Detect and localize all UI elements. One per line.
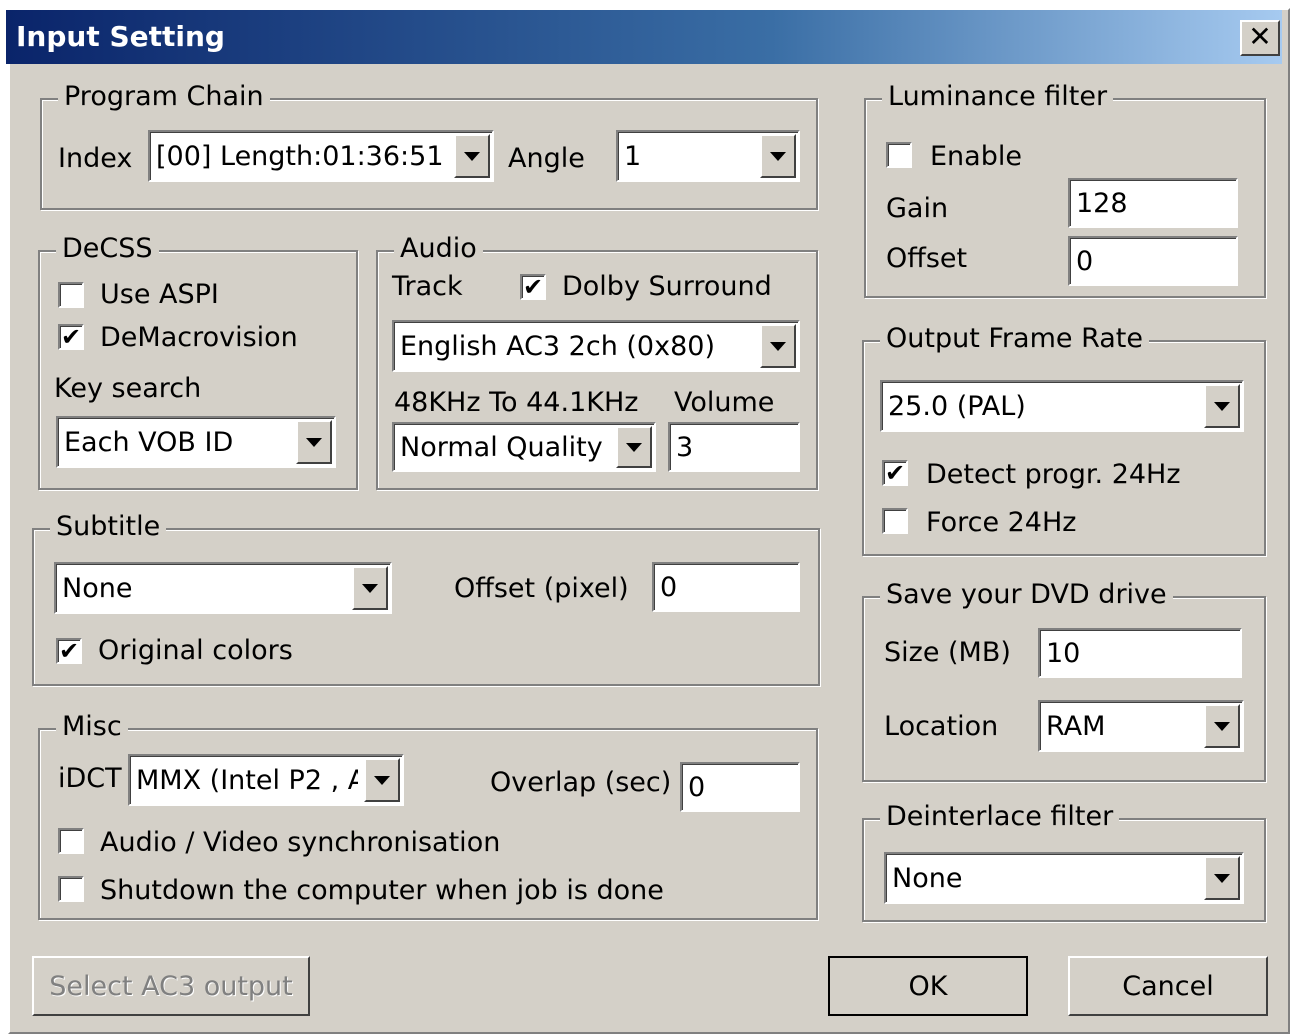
title-bar[interactable]: Input Setting ✕ [6,10,1282,64]
overlap-value: 0 [688,771,706,803]
index-dropdown-icon[interactable] [454,134,490,178]
audio-legend: Audio [394,232,483,266]
demacrovision-checkbox[interactable]: ✔ [58,324,84,350]
gain-field[interactable]: 128 [1068,178,1238,228]
force-24hz-checkbox[interactable] [882,508,908,534]
detect-24hz-checkbox[interactable]: ✔ [882,460,908,486]
luminance-offset-label: Offset [886,243,968,274]
location-label: Location [884,711,999,742]
luminance-enable-label: Enable [930,141,1022,172]
original-colors-checkbox[interactable]: ✔ [56,638,82,664]
use-aspi-checkbox[interactable] [58,282,84,308]
size-value: 10 [1046,637,1081,669]
volume-label: Volume [674,387,775,418]
program-chain-legend: Program Chain [58,80,270,114]
luminance-offset-value: 0 [1076,245,1094,277]
audio-track-combo[interactable]: English AC3 2ch (0x80) [392,320,800,372]
quality-dropdown-icon[interactable] [616,426,652,468]
idct-dropdown-icon[interactable] [364,758,400,802]
close-button[interactable]: ✕ [1240,20,1280,56]
location-dropdown-icon[interactable] [1204,704,1240,748]
dvd-drive-group: Save your DVD drive [862,578,1266,782]
dolby-surround-checkbox[interactable]: ✔ [520,274,546,300]
index-value: [00] Length:01:36:51 [156,140,444,172]
gain-label: Gain [886,193,949,224]
overlap-label: Overlap (sec) [490,767,672,798]
force-24hz-label: Force 24Hz [926,507,1077,538]
subtitle-combo[interactable]: None [54,562,392,614]
av-sync-label: Audio / Video synchronisation [100,827,501,858]
gain-value: 128 [1076,187,1128,219]
luminance-offset-field[interactable]: 0 [1068,236,1238,286]
window-title: Input Setting [16,20,225,53]
dolby-surround-label: Dolby Surround [562,271,772,302]
angle-label: Angle [508,143,585,174]
track-label: Track [392,271,463,302]
ok-button[interactable]: OK [828,956,1028,1016]
overlap-field[interactable]: 0 [680,762,800,812]
cancel-button[interactable]: Cancel [1068,956,1268,1016]
key-search-value: Each VOB ID [64,426,234,458]
quality-value: Normal Quality 4 [400,431,610,463]
volume-field[interactable]: 3 [668,422,800,472]
index-label: Index [58,143,133,174]
audio-track-dropdown-icon[interactable] [760,324,796,368]
shutdown-label: Shutdown the computer when job is done [100,875,664,906]
angle-dropdown-icon[interactable] [760,134,796,178]
original-colors-label: Original colors [98,635,293,666]
angle-value: 1 [624,140,642,172]
subtitle-offset-field[interactable]: 0 [652,562,800,612]
audio-track-value: English AC3 2ch (0x80) [400,330,715,362]
dvd-drive-legend: Save your DVD drive [880,578,1173,612]
subtitle-offset-label: Offset (pixel) [454,573,629,604]
subtitle-dropdown-icon[interactable] [352,566,388,610]
decss-legend: DeCSS [56,232,159,266]
idct-combo[interactable]: MMX (Intel P2 , A [128,754,404,806]
key-search-dropdown-icon[interactable] [296,420,332,464]
luminance-enable-checkbox[interactable] [886,142,912,168]
frame-rate-value: 25.0 (PAL) [888,390,1026,422]
misc-legend: Misc [56,710,128,744]
key-search-combo[interactable]: Each VOB ID [56,416,336,468]
subtitle-offset-value: 0 [660,571,678,603]
location-value: RAM [1046,710,1106,742]
shutdown-checkbox[interactable] [58,876,84,902]
deinterlace-legend: Deinterlace filter [880,800,1120,834]
deinterlace-value: None [892,862,963,894]
subtitle-value: None [62,572,133,604]
location-combo[interactable]: RAM [1038,700,1244,752]
use-aspi-label: Use ASPI [100,279,219,310]
subtitle-legend: Subtitle [50,510,167,544]
key-search-label: Key search [54,373,202,404]
deinterlace-combo[interactable]: None [884,852,1244,904]
resample-label: 48KHz To 44.1KHz [394,387,639,418]
luminance-legend: Luminance filter [882,80,1114,114]
idct-value: MMX (Intel P2 , A [136,764,358,796]
idct-label: iDCT [58,763,122,794]
deinterlace-dropdown-icon[interactable] [1204,856,1240,900]
frame-rate-dropdown-icon[interactable] [1204,384,1240,428]
index-combo[interactable]: [00] Length:01:36:51 [148,130,494,182]
av-sync-checkbox[interactable] [58,828,84,854]
demacrovision-label: DeMacrovision [100,322,298,353]
frame-rate-combo[interactable]: 25.0 (PAL) [880,380,1244,432]
frame-rate-legend: Output Frame Rate [880,322,1149,356]
detect-24hz-label: Detect progr. 24Hz [926,459,1181,490]
quality-combo[interactable]: Normal Quality 4 [392,422,656,472]
size-field[interactable]: 10 [1038,628,1242,678]
select-ac3-output-button[interactable]: Select AC3 output [32,956,310,1016]
angle-combo[interactable]: 1 [616,130,800,182]
size-label: Size (MB) [884,637,1011,668]
volume-value: 3 [676,431,694,463]
